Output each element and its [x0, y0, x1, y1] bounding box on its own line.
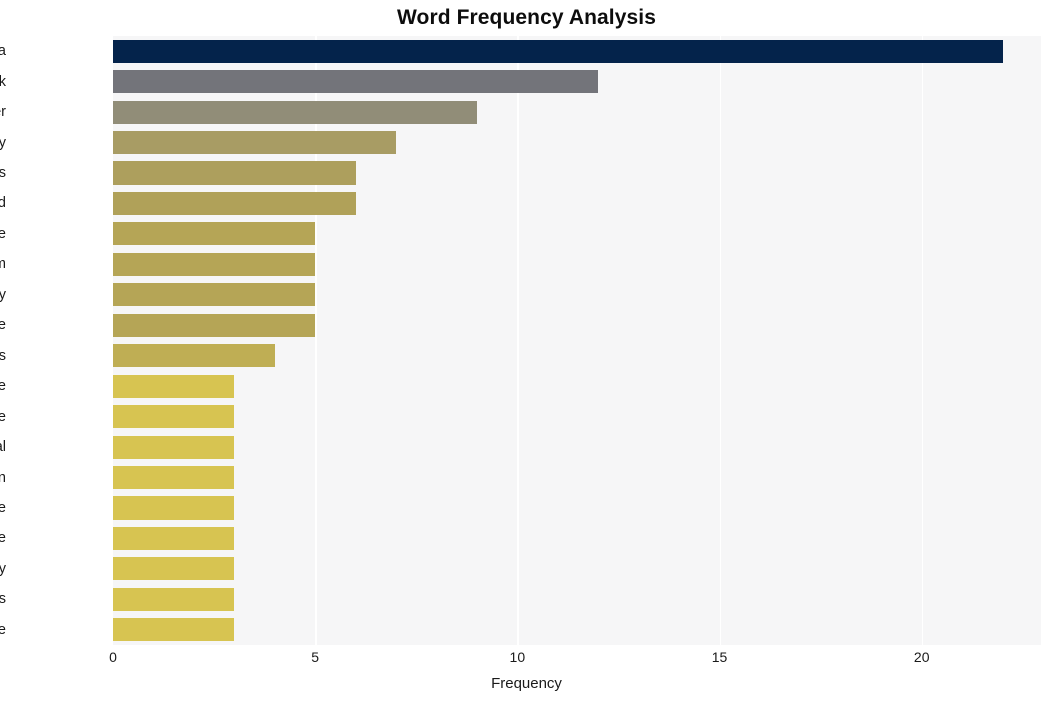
x-tick-0: 0: [109, 649, 117, 665]
bar-row: [113, 496, 1041, 520]
bar-row: [113, 39, 1041, 63]
bar-row: [113, 100, 1041, 124]
y-tick-saas: saas: [0, 347, 6, 364]
bar-row: [113, 70, 1041, 94]
y-tick-recovery: recovery: [0, 286, 6, 303]
bar-capabilities[interactable]: [113, 587, 235, 611]
bar-row: [113, 191, 1041, 216]
bar-cloud[interactable]: [113, 191, 356, 216]
bar-row: [113, 587, 1041, 611]
gridline-x-15: [719, 36, 721, 645]
gridline-x-10: [517, 36, 519, 645]
bar-visibility[interactable]: [113, 557, 235, 581]
bar-row: [113, 405, 1041, 429]
bar-row: [113, 283, 1041, 307]
gridline-x-20: [921, 36, 924, 645]
bar-complete[interactable]: [113, 405, 235, 429]
bar-rubrik[interactable]: [113, 70, 599, 94]
bar-resilience[interactable]: [113, 313, 316, 337]
y-tick-dspm: dspm: [0, 257, 6, 272]
y-tick-visibility: visibility: [0, 560, 6, 577]
y-tick-live: live: [0, 378, 6, 395]
y-tick-rubrik: rubrik: [0, 73, 6, 90]
bar-row: [113, 435, 1041, 459]
bar-row: [113, 161, 1041, 185]
bar-critical[interactable]: [113, 435, 235, 459]
bar-row: [113, 526, 1041, 550]
bar-row: [113, 465, 1041, 490]
bar-organizations[interactable]: [113, 161, 356, 185]
y-tick-capabilities: capabilities: [0, 591, 6, 608]
bar-row: [113, 374, 1041, 398]
bar-row: [113, 557, 1041, 581]
bar-posture[interactable]: [113, 618, 235, 642]
bar-cyber[interactable]: [113, 100, 477, 124]
x-tick-20: 20: [913, 649, 930, 665]
bar-live[interactable]: [113, 374, 235, 398]
bar-recovery[interactable]: [113, 283, 316, 307]
bar-saas[interactable]: [113, 344, 275, 368]
y-tick-posture: posture: [0, 621, 6, 638]
bar-row: [113, 222, 1041, 246]
bar-dspm[interactable]: [113, 252, 316, 276]
x-tick-15: 15: [711, 649, 728, 665]
y-tick-epe: epe: [0, 225, 6, 242]
plot-area: [113, 36, 1041, 645]
chart-figure: Word Frequency Analysis data rubrik cyber s…: [0, 0, 1053, 701]
bar-row: [113, 131, 1041, 155]
y-tick-resilience: resilience: [0, 317, 6, 334]
bar-data[interactable]: [113, 39, 1003, 63]
x-axis-title: Frequency: [491, 675, 562, 692]
gridline-x-5: [315, 36, 317, 645]
bar-row: [113, 313, 1041, 337]
y-tick-organizations: organizations: [0, 165, 6, 182]
bar-epe[interactable]: [113, 222, 316, 246]
y-tick-protection: protection: [0, 469, 6, 486]
x-tick-10: 10: [509, 649, 526, 665]
y-tick-complete: complete: [0, 408, 6, 425]
y-tick-cloud: cloud: [0, 195, 6, 212]
bar-premise[interactable]: [113, 496, 235, 520]
y-tick-sensitive: sensitive: [0, 530, 6, 547]
bar-row: [113, 344, 1041, 368]
y-tick-data: data: [0, 43, 6, 60]
y-tick-cyber: cyber: [0, 104, 6, 121]
x-tick-5: 5: [311, 649, 320, 665]
bar-row: [113, 618, 1041, 642]
y-tick-premise: premise: [0, 499, 6, 516]
bar-protection[interactable]: [113, 465, 235, 490]
bar-security[interactable]: [113, 131, 397, 155]
y-tick-security: security: [0, 134, 6, 151]
y-tick-critical: critical: [0, 439, 6, 456]
chart-title: Word Frequency Analysis: [396, 6, 657, 29]
bar-row: [113, 252, 1041, 276]
bar-sensitive[interactable]: [113, 526, 235, 550]
